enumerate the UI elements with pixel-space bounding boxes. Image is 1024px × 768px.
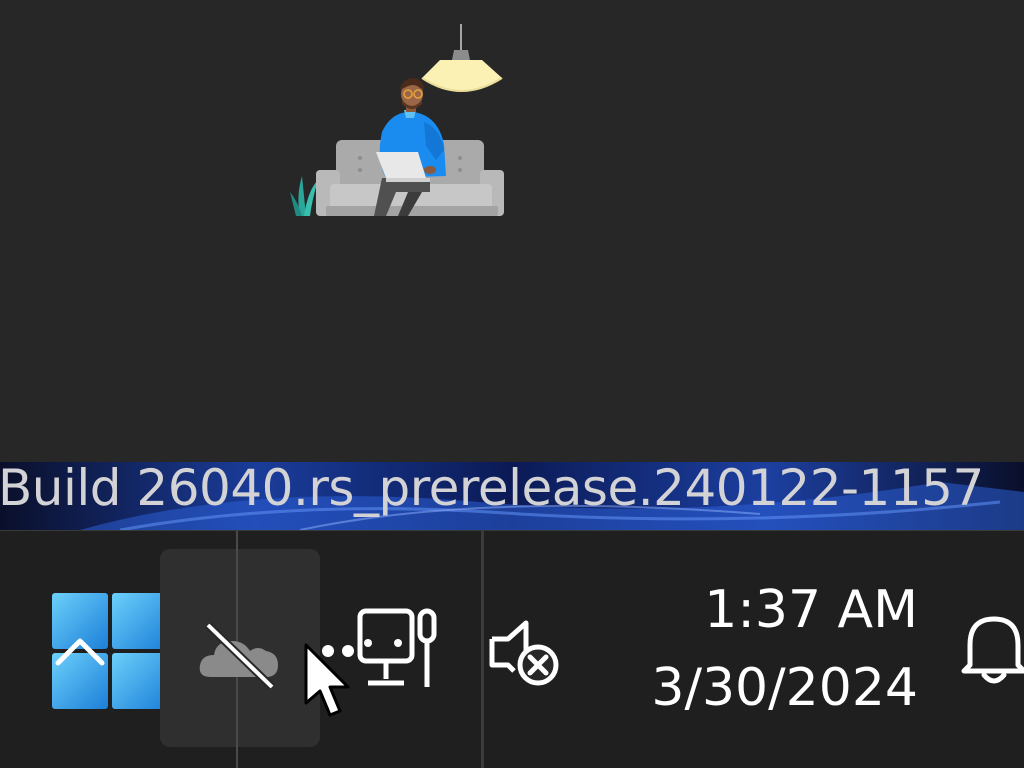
onedrive-offline-icon[interactable] xyxy=(196,619,282,690)
windows-start-icon xyxy=(52,593,168,709)
bell-icon[interactable] xyxy=(956,613,1024,687)
mouse-pointer-icon xyxy=(304,643,356,719)
clock-time: 1:37 AM xyxy=(704,580,918,640)
person-on-couch-illustration xyxy=(290,20,520,225)
clock-date: 3/30/2024 xyxy=(651,658,918,718)
taskbar-separator xyxy=(481,531,484,768)
taskbar-clock[interactable]: 1:37 AM 3/30/2024 xyxy=(600,571,918,727)
build-watermark-text: Build 26040.rs_prerelease.240122-1157 xyxy=(0,459,984,517)
volume-muted-icon[interactable] xyxy=(486,617,566,689)
start-button[interactable] xyxy=(52,593,170,711)
taskbar: 1:37 AM 3/30/2024 xyxy=(0,530,1024,768)
screen: Build 26040.rs_prerelease.240122-1157 1:… xyxy=(0,0,1024,768)
